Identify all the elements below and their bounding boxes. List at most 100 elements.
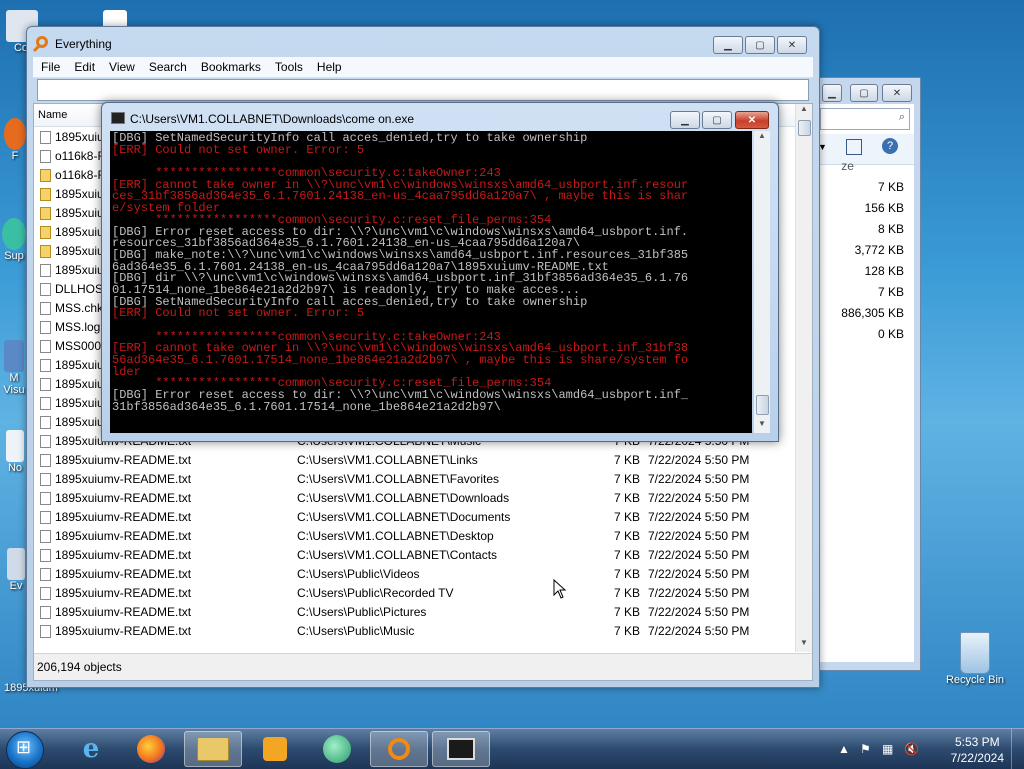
locked-file-icon (40, 169, 51, 182)
explorer-window-background[interactable]: ▁ ▢ ✕ ⌕ ▼ ? ze 7 KB 156 KB 8 KB 3,772 KB… (818, 77, 921, 671)
file-date-cell: 7/22/2024 5:50 PM (648, 529, 750, 543)
file-icon (40, 416, 51, 429)
desktop-icon-label: M Visu (3, 372, 25, 396)
clock-time: 5:53 PM (954, 735, 1000, 749)
file-name-cell: 1895xuiu (55, 377, 104, 391)
file-icon (40, 283, 51, 296)
table-row[interactable]: 1895xuiumv-README.txt C:\Users\VM1.COLLAB… (34, 470, 796, 489)
desktop-icon-recycle-bin[interactable]: Recycle Bin (942, 632, 1008, 686)
scrollbar-thumb[interactable] (756, 395, 769, 415)
file-icon (40, 264, 51, 277)
scroll-down-arrow[interactable]: ▼ (796, 638, 812, 652)
system-tray: ▲ ⚑ ▦ 🔇 5:53 PM 7/22/2024 (834, 729, 1024, 769)
file-icon (40, 454, 51, 467)
menu-search[interactable]: Search (141, 57, 193, 74)
size-cell: 7 KB (877, 180, 904, 194)
scroll-down-arrow[interactable]: ▼ (754, 419, 770, 433)
network-icon[interactable]: ▦ (882, 742, 893, 756)
desktop-icon-visual[interactable]: M Visu (2, 340, 26, 396)
taskbar-media-player[interactable] (246, 731, 304, 767)
action-center-flag-icon[interactable]: ⚑ (860, 742, 871, 756)
scrollbar-thumb[interactable] (798, 120, 811, 136)
maximize-button[interactable]: ▢ (745, 36, 775, 54)
file-name-cell: 1895xuiumv-README.txt (55, 567, 192, 581)
volume-muted-icon[interactable]: 🔇 (904, 742, 919, 756)
table-row[interactable]: 1895xuiumv-README.txt C:\Users\VM1.COLLAB… (34, 489, 796, 508)
file-size-cell: 7 KB (614, 472, 641, 486)
desktop-icon-event[interactable]: Ev (6, 548, 26, 592)
maximize-button[interactable]: ▢ (850, 84, 878, 102)
taskbar-everything[interactable] (370, 731, 428, 767)
file-icon (40, 511, 51, 524)
minimize-button[interactable]: ▁ (670, 111, 700, 129)
taskbar-console[interactable] (432, 731, 490, 767)
close-button[interactable]: ✕ (882, 84, 912, 102)
console-output[interactable]: [DBG] SetNamedSecurityInfo call acces_de… (110, 131, 752, 433)
file-name-cell: 1895xuiu (55, 244, 104, 258)
menu-help[interactable]: Help (309, 57, 348, 74)
minimize-button[interactable]: ▁ (822, 84, 842, 102)
minimize-button[interactable]: ▁ (713, 36, 743, 54)
taskbar-internet-explorer[interactable]: e (62, 731, 120, 767)
table-row[interactable]: 1895xuiumv-README.txt C:\Users\Public\Pic… (34, 603, 796, 622)
file-path-cell: C:\Users\VM1.COLLABNET\Favorites (297, 472, 500, 486)
table-row[interactable]: 1895xuiumv-README.txt C:\Users\Public\Vid… (34, 565, 796, 584)
file-name-cell: 1895xuiumv-README.txt (55, 510, 192, 524)
close-button[interactable]: ✕ (735, 111, 769, 129)
start-button[interactable] (6, 731, 44, 769)
show-hidden-icons-icon[interactable]: ▲ (838, 742, 850, 756)
size-cell: 886,305 KB (841, 306, 904, 320)
show-desktop-button[interactable] (1011, 729, 1024, 769)
desktop-icon-label: Ev (9, 580, 23, 592)
size-cell: 3,772 KB (854, 243, 904, 257)
menu-bar: File Edit View Search Bookmarks Tools Help (33, 57, 813, 78)
table-row[interactable]: 1895xuiumv-README.txt C:\Users\Public\Rec… (34, 584, 796, 603)
taskbar-app[interactable] (308, 731, 366, 767)
scroll-up-arrow[interactable]: ▲ (796, 104, 812, 118)
file-icon (40, 549, 51, 562)
taskbar-firefox[interactable] (122, 731, 180, 767)
desktop-icon-label: No (7, 462, 23, 474)
vertical-scrollbar[interactable]: ▲ ▼ (795, 104, 812, 652)
menu-bookmarks[interactable]: Bookmarks (193, 57, 267, 74)
console-window[interactable]: C:\Users\VM1.COLLABNET\Downloads\come on… (101, 102, 779, 442)
table-row[interactable]: 1895xuiumv-README.txt C:\Users\VM1.COLLAB… (34, 546, 796, 565)
maximize-button[interactable]: ▢ (702, 111, 732, 129)
file-size-cell: 7 KB (614, 529, 641, 543)
menu-tools[interactable]: Tools (267, 57, 309, 74)
file-name-cell: 1895xuiumv-README.txt (55, 453, 192, 467)
scroll-up-arrow[interactable]: ▲ (754, 131, 770, 145)
table-row[interactable]: 1895xuiumv-README.txt C:\Users\VM1.COLLAB… (34, 527, 796, 546)
explorer-search-input[interactable]: ⌕ (820, 108, 910, 130)
taskbar-explorer[interactable] (184, 731, 242, 767)
file-icon (40, 131, 51, 144)
help-icon[interactable]: ? (882, 138, 898, 154)
folder-icon (197, 737, 229, 761)
size-cell: 8 KB (877, 222, 904, 236)
search-input[interactable] (37, 79, 809, 101)
console-scrollbar[interactable]: ▲ ▼ (754, 131, 770, 433)
table-row[interactable]: 1895xuiumv-README.txt C:\Users\VM1.COLLAB… (34, 451, 796, 470)
menu-edit[interactable]: Edit (66, 57, 101, 74)
console-line: [ERR] Could not set owner. Error: 5 (112, 306, 365, 321)
preview-pane-icon[interactable] (846, 139, 862, 155)
desktop-icon-firefox[interactable]: F (4, 118, 26, 162)
file-date-cell: 7/22/2024 5:50 PM (648, 624, 750, 638)
menu-file[interactable]: File (33, 57, 66, 74)
firefox-icon (4, 118, 26, 150)
file-size-cell: 7 KB (614, 510, 641, 524)
file-date-cell: 7/22/2024 5:50 PM (648, 586, 750, 600)
column-name-header[interactable]: Name (38, 109, 67, 121)
close-button[interactable]: ✕ (777, 36, 807, 54)
file-name-cell: 1895xuiumv-README.txt (55, 491, 192, 505)
desktop-icon-support[interactable]: Sup (2, 218, 26, 262)
file-icon (40, 530, 51, 543)
clock[interactable]: 5:53 PM 7/22/2024 (951, 734, 1004, 766)
desktop-icon-notepad[interactable]: No (4, 430, 26, 474)
file-size-cell: 7 KB (614, 453, 641, 467)
title-bar[interactable]: Everything ▁ ▢ ✕ (27, 27, 819, 57)
table-row[interactable]: 1895xuiumv-README.txt C:\Users\Public\Mus… (34, 622, 796, 641)
file-icon (40, 625, 51, 638)
menu-view[interactable]: View (101, 57, 141, 74)
table-row[interactable]: 1895xuiumv-README.txt C:\Users\VM1.COLLAB… (34, 508, 796, 527)
